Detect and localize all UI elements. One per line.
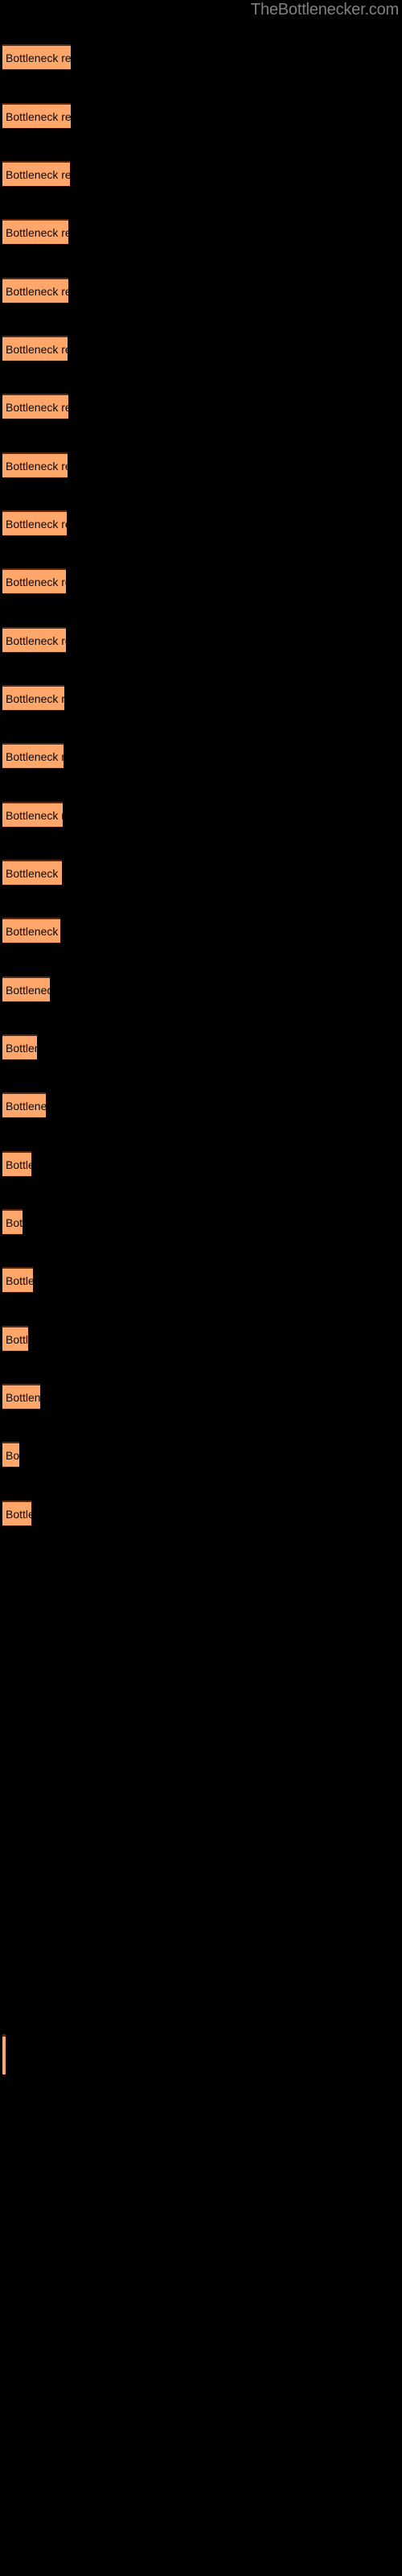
bar-label: Bottleneck result: [6, 924, 60, 938]
bar-label: Bottleneck result: [6, 225, 68, 239]
bar-segment[interactable]: Bottleneck result: [2, 1501, 31, 1526]
bar-label: Bottleneck result: [6, 167, 70, 181]
bar-segment[interactable]: Bottleneck result: [2, 685, 64, 711]
bar-label: Bottleneck result: [6, 1041, 37, 1055]
bar-label: Bottleneck result: [6, 109, 71, 123]
bar-label: Bottleneck result: [6, 1274, 33, 1287]
bar-segment[interactable]: Bottleneck result: [2, 103, 71, 129]
bar-label: Bottleneck result: [6, 691, 64, 705]
bar-label: Bottleneck result: [6, 983, 50, 997]
bar-segment[interactable]: Bottleneck result: [2, 1442, 19, 1468]
bar-segment[interactable]: Bottleneck result: [2, 918, 60, 943]
bar-segment[interactable]: Bottleneck result: [2, 976, 50, 1002]
bar-segment[interactable]: Bottleneck result: [2, 1384, 40, 1410]
bar-segment[interactable]: Bottleneck result: [2, 627, 66, 653]
bar-segment[interactable]: Bottleneck result: [2, 1092, 46, 1118]
bar-segment[interactable]: Bottleneck result: [2, 278, 68, 303]
bar-label: Bottleneck result: [6, 284, 68, 298]
bar-segment[interactable]: Bottleneck result: [2, 336, 68, 361]
bar-label: Bottleneck result: [6, 517, 67, 530]
bar-label: Bottleneck result: [6, 51, 71, 64]
bar-label: Bottleneck result: [6, 1099, 46, 1113]
bar-segment[interactable]: Bottleneck result: [2, 452, 68, 478]
bottleneck-bar-chart: Bottleneck result Bottleneck result Bott…: [0, 0, 402, 2576]
bar-label: Bottleneck result: [6, 459, 68, 473]
bar-segment[interactable]: Bottleneck result: [2, 743, 64, 769]
bar-segment[interactable]: Bottleneck result: [2, 161, 70, 187]
bar-segment[interactable]: Bottleneck result: [2, 1267, 33, 1293]
bar-label: Bottleneck result: [6, 400, 68, 414]
bar-segment[interactable]: Bottleneck result: [2, 860, 62, 886]
bar-segment[interactable]: Bottleneck result: [2, 44, 71, 70]
bar-label: Bottleneck result: [6, 1158, 31, 1171]
bar-label: Bottleneck result: [6, 1448, 19, 1462]
bar-label: Bottleneck result: [6, 1390, 40, 1404]
bar-label: Bottleneck result: [6, 1216, 23, 1229]
bar-label: Bottleneck result: [6, 808, 63, 822]
bar-segment-minimal[interactable]: [2, 2034, 6, 2074]
bar-segment[interactable]: Bottleneck result: [2, 1209, 23, 1235]
bar-label: Bottleneck result: [6, 1332, 28, 1346]
bar-segment[interactable]: Bottleneck result: [2, 568, 66, 594]
bar-segment[interactable]: Bottleneck result: [2, 510, 67, 536]
bar-label: Bottleneck result: [6, 749, 64, 763]
bar-segment[interactable]: Bottleneck result: [2, 1151, 31, 1177]
bar-segment[interactable]: Bottleneck result: [2, 802, 63, 828]
bar-label: Bottleneck result: [6, 866, 62, 880]
bar-segment[interactable]: Bottleneck result: [2, 219, 68, 245]
bar-segment[interactable]: Bottleneck result: [2, 1034, 37, 1060]
bar-label: Bottleneck result: [6, 1507, 31, 1521]
bar-label: Bottleneck result: [6, 575, 66, 588]
bar-label: Bottleneck result: [6, 634, 66, 647]
bar-segment[interactable]: Bottleneck result: [2, 1326, 28, 1352]
bar-segment[interactable]: Bottleneck result: [2, 394, 68, 419]
bar-label: Bottleneck result: [6, 342, 68, 356]
